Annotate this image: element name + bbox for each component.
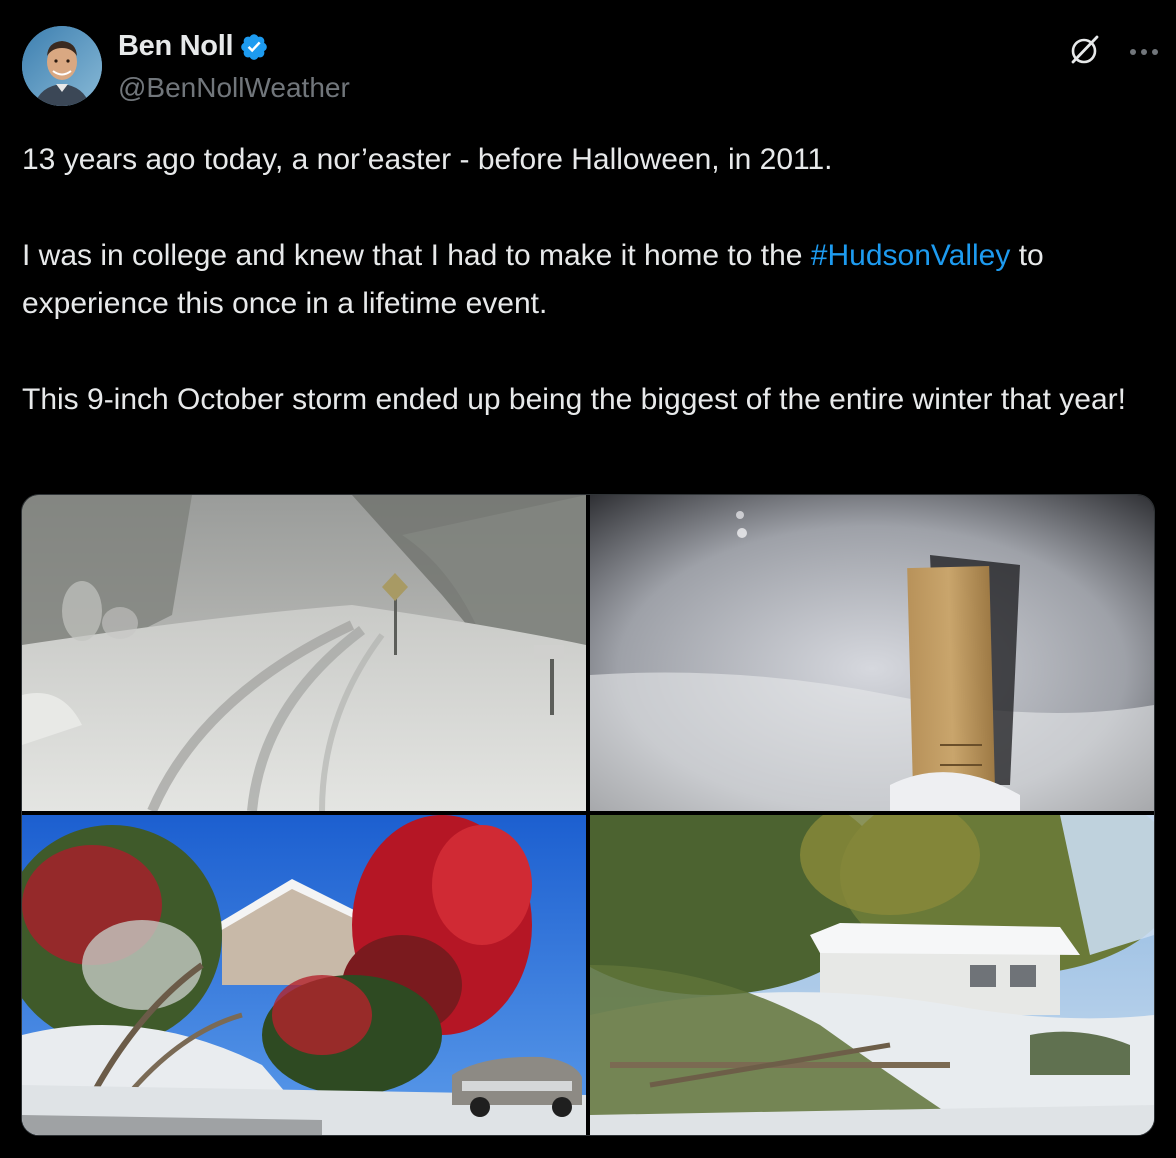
verified-badge-icon bbox=[239, 32, 269, 62]
display-name[interactable]: Ben Noll bbox=[118, 30, 234, 63]
tweet-header: Ben Noll @BenNollWeather bbox=[22, 26, 1158, 108]
tweet-paragraph-3: This 9-inch October storm ended up being… bbox=[22, 383, 1126, 416]
avatar[interactable] bbox=[22, 26, 102, 106]
tweet-paragraph-1: 13 years ago today, a nor’easter - befor… bbox=[22, 143, 833, 176]
more-options-button[interactable] bbox=[1124, 32, 1164, 72]
tweet-text: 13 years ago today, a nor’easter - befor… bbox=[22, 136, 1142, 424]
media-grid bbox=[21, 494, 1155, 1136]
snow-ruler-photo[interactable] bbox=[590, 495, 1154, 811]
tweet-paragraph-2: I was in college and knew that I had to … bbox=[22, 232, 1142, 328]
tweet-text-segment: I was in college and knew that I had to … bbox=[22, 239, 811, 272]
red-tree-snow-photo[interactable] bbox=[22, 815, 586, 1135]
name-row: Ben Noll bbox=[118, 30, 269, 63]
fallen-trees-house-photo[interactable] bbox=[590, 815, 1154, 1135]
user-handle[interactable]: @BenNollWeather bbox=[118, 72, 350, 104]
more-options-icon bbox=[1129, 43, 1159, 61]
grok-button[interactable] bbox=[1060, 28, 1108, 76]
snowy-road-photo[interactable] bbox=[22, 495, 586, 811]
grok-icon bbox=[1066, 32, 1102, 73]
hashtag-link[interactable]: #HudsonValley bbox=[811, 239, 1011, 272]
